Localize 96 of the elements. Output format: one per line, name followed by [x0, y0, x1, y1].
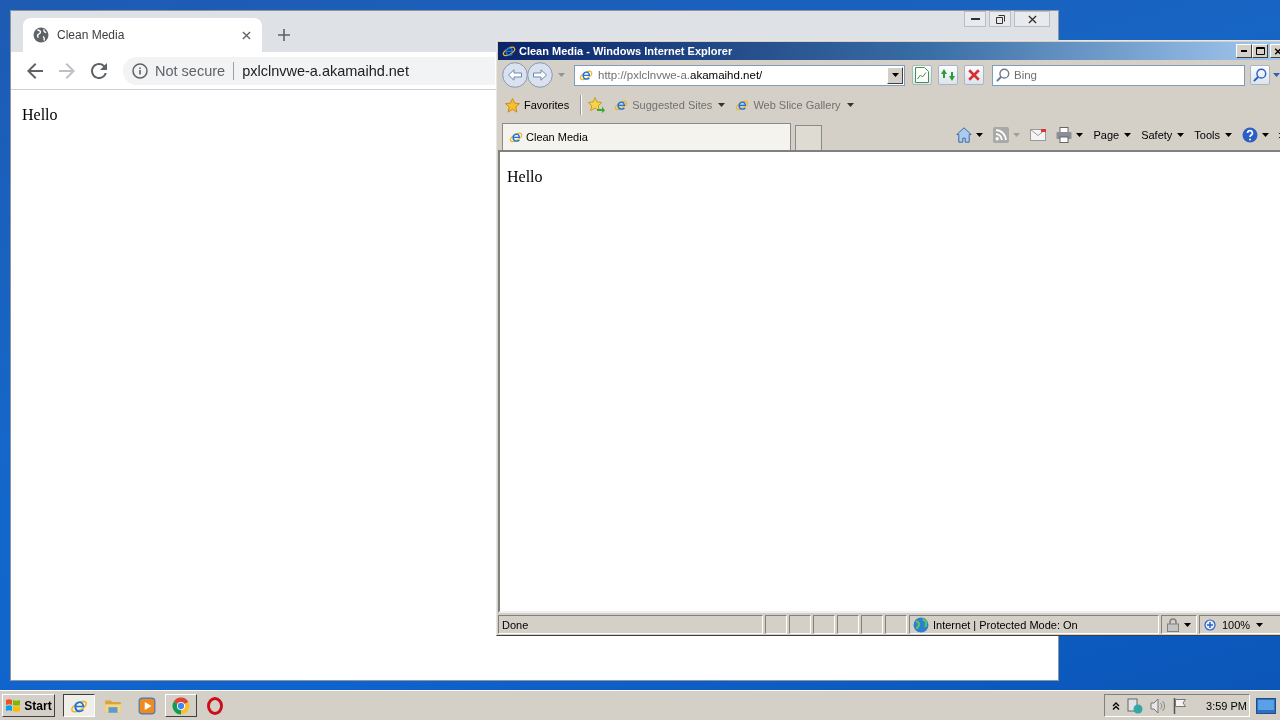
show-desktop-button[interactable]: [1256, 697, 1276, 714]
protected-mode-button[interactable]: [1161, 615, 1197, 634]
browser-tab[interactable]: Clean Media: [502, 123, 792, 150]
menu-button[interactable]: Page: [1091, 124, 1134, 146]
back-button[interactable]: [502, 62, 528, 88]
lock-icon: [1167, 617, 1179, 632]
reload-icon: [91, 62, 107, 79]
minimize-button[interactable]: [964, 11, 986, 27]
address-dropdown-button[interactable]: [887, 66, 903, 84]
compatibility-view-button[interactable]: [912, 65, 932, 85]
status-panel: [861, 615, 883, 634]
forward-arrow-icon: [59, 62, 75, 79]
close-button[interactable]: [1014, 11, 1050, 27]
e-logo-icon: [735, 98, 750, 112]
screen-icon: [1256, 697, 1276, 714]
caret-icon: [558, 73, 565, 77]
print-button[interactable]: [1054, 124, 1086, 146]
back-arrow-icon: [27, 62, 43, 79]
feed-icon: [993, 127, 1010, 143]
security-zone-text: Internet | Protected Mode: On: [933, 618, 1078, 631]
zoom-icon: [1204, 618, 1216, 631]
site-info-button[interactable]: Not secure: [132, 58, 226, 83]
caret-icon: [1184, 622, 1191, 627]
caret-icon: [718, 103, 726, 107]
caret-icon: [846, 103, 854, 107]
close-icon: [241, 30, 251, 40]
page-text: Hello: [507, 168, 543, 186]
minimize-icon: [970, 18, 980, 20]
stop-button[interactable]: [964, 65, 984, 85]
status-panel: [789, 615, 811, 634]
o-logo-icon: [206, 696, 224, 715]
maximize-icon: [1255, 47, 1265, 55]
status-panel: [885, 615, 907, 634]
caret-icon: [1273, 73, 1280, 77]
status-panel: [765, 615, 787, 634]
caret-icon: [1225, 133, 1232, 137]
help-icon: [1242, 127, 1258, 143]
forward-button[interactable]: [527, 62, 553, 88]
e-logo-icon: [509, 130, 523, 144]
status-panel: [813, 615, 835, 634]
status-panel: [837, 615, 859, 634]
e-logo-icon: [502, 44, 516, 58]
caret-icon: [1256, 622, 1264, 627]
caret-icon: [976, 133, 984, 137]
browser-tab[interactable]: Clean Media: [23, 18, 262, 52]
play-icon: [138, 696, 156, 715]
page-text: Hello: [22, 106, 58, 124]
home-button[interactable]: [954, 124, 986, 146]
flag-icon[interactable]: [1173, 697, 1188, 714]
envelope-icon: [1030, 129, 1047, 141]
caret-icon: [1124, 133, 1132, 137]
menu-button[interactable]: Tools: [1192, 124, 1234, 146]
stop-icon: [968, 69, 980, 81]
clock[interactable]: 3:59 PM: [1206, 699, 1247, 712]
minimize-icon: [1241, 50, 1247, 52]
menu-button[interactable]: Safety: [1139, 124, 1187, 146]
tricolor-circle-icon: [172, 696, 190, 715]
search-icon: [996, 67, 1010, 82]
info-icon: [132, 62, 148, 79]
address-field[interactable]: http://pxlclnvwe-a.akamaihd.net/: [574, 64, 905, 86]
refresh-icon: [941, 69, 955, 81]
double-chevron-icon[interactable]: [1112, 701, 1121, 710]
taskbar-button[interactable]: [63, 694, 95, 717]
caret-icon: [1262, 133, 1269, 137]
globe-icon: [33, 27, 49, 43]
close-icon: [1274, 47, 1280, 55]
start-logo-icon: [5, 698, 22, 713]
maximize-button[interactable]: [1252, 44, 1268, 58]
star-icon: [505, 97, 520, 113]
start-button[interactable]: Start: [2, 694, 55, 717]
address-bar[interactable]: Not secure pxlclnvwe-a.akamaihd.net: [123, 56, 495, 85]
speaker-icon[interactable]: [1150, 697, 1167, 714]
caret-icon: [1076, 133, 1084, 137]
new-tab-button[interactable]: [795, 125, 823, 150]
status-message: Done: [498, 615, 763, 634]
plus-icon: [278, 29, 290, 41]
caret-icon: [1013, 133, 1021, 137]
search-button[interactable]: [1250, 65, 1270, 85]
window-title: Clean Media - Windows Internet Explorer: [519, 45, 733, 57]
caret-icon: [1177, 133, 1185, 137]
page-icon: [915, 67, 929, 83]
e-logo-icon: [614, 98, 629, 112]
e-logo-icon: [579, 68, 593, 82]
search-icon: [1253, 68, 1267, 82]
printer-icon: [1056, 127, 1073, 143]
home-icon: [956, 127, 973, 143]
favorites-button[interactable]: Favorites: [503, 94, 572, 116]
search-field[interactable]: Bing: [992, 64, 1245, 86]
restore-icon: [995, 14, 1005, 24]
restore-button[interactable]: [989, 11, 1011, 27]
star-arrow-icon: [588, 97, 606, 113]
close-icon: [1027, 14, 1037, 24]
zoom-button[interactable]: 100%: [1199, 615, 1280, 634]
refresh-button[interactable]: [938, 65, 958, 85]
globe-icon: [913, 616, 929, 633]
caret-icon: [891, 73, 899, 77]
